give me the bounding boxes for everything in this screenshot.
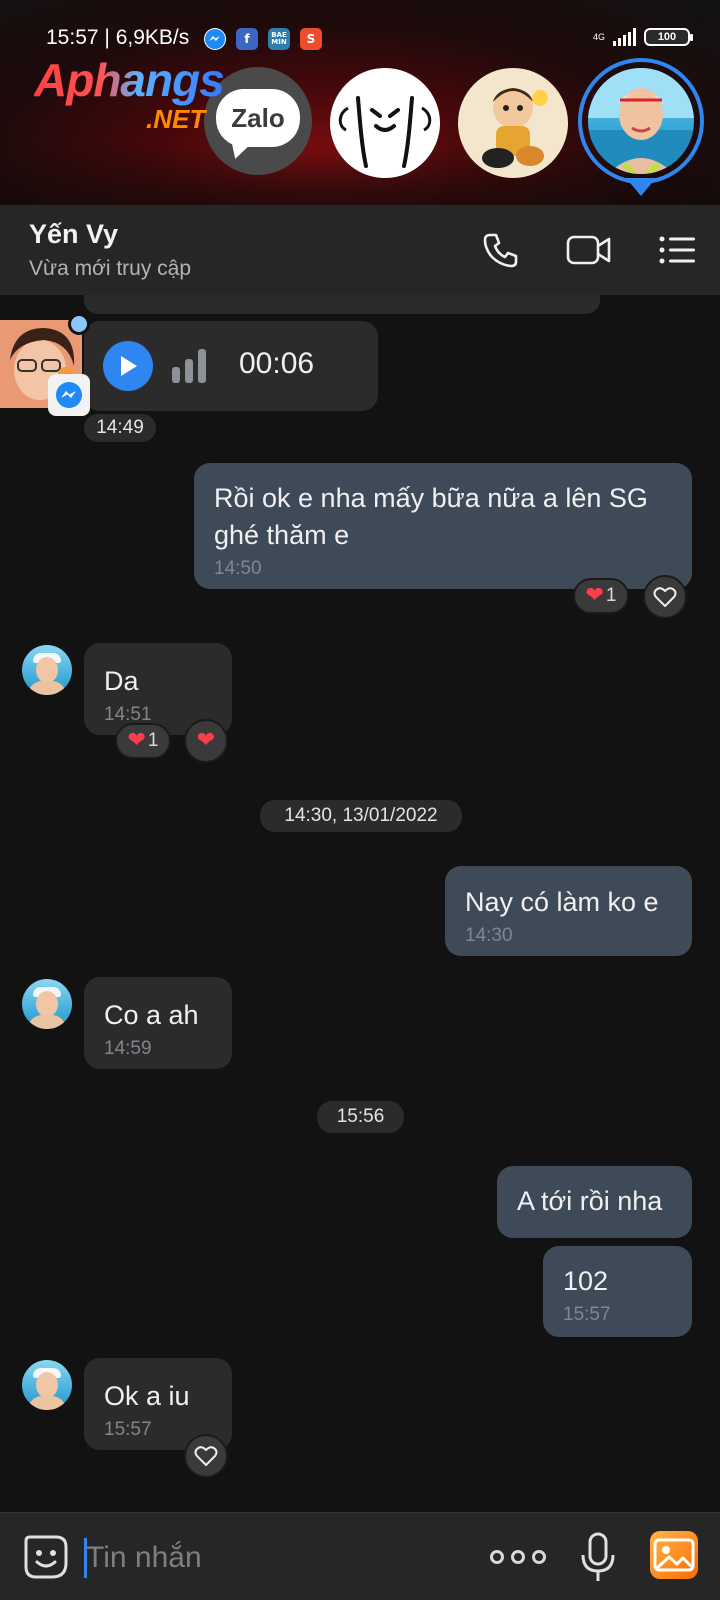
top-banner: 15:57 | 6,9KB/s f BAE MIN S 4G 100 Aphan… xyxy=(0,0,720,205)
incoming-message[interactable]: Co a ah 14:59 xyxy=(84,977,232,1069)
message-text: 102 xyxy=(563,1266,609,1296)
chat-head-doodle[interactable] xyxy=(330,68,440,178)
message-time: 14:30 xyxy=(465,925,513,946)
signal-icon xyxy=(613,28,636,46)
cartoon-avatar-icon xyxy=(482,88,548,168)
dot-icon xyxy=(532,1550,546,1564)
more-options-button[interactable] xyxy=(490,1537,546,1577)
doodle-face-icon xyxy=(338,96,432,168)
message-text: Co a ah xyxy=(104,1000,199,1030)
chat-head-cartoon[interactable] xyxy=(458,68,568,178)
smiley-sticker-icon xyxy=(24,1535,68,1579)
message-timestamp: 14:49 xyxy=(84,414,156,442)
react-button[interactable] xyxy=(184,1434,228,1478)
facebook-icon: f xyxy=(236,28,258,50)
call-button[interactable] xyxy=(476,225,526,275)
sticker-button[interactable] xyxy=(22,1533,70,1581)
list-menu-icon xyxy=(659,236,695,264)
outgoing-message[interactable]: A tới rồi nha xyxy=(497,1166,692,1238)
message-text: Rồi ok e nha mấy bữa nữa a lên SG ghé th… xyxy=(214,483,648,550)
voice-record-button[interactable] xyxy=(578,1531,618,1585)
waveform-icon xyxy=(172,349,206,383)
time-divider: 15:56 xyxy=(317,1101,404,1133)
contact-name[interactable]: Yến Vy xyxy=(29,219,118,250)
messenger-icon xyxy=(56,382,82,408)
baemin-icon: BAE MIN xyxy=(268,28,290,50)
notification-icons: f BAE MIN S xyxy=(204,28,322,50)
watermark-logo: Aphangs .NET xyxy=(34,54,225,134)
logo-text: Aphangs xyxy=(34,54,225,106)
play-button[interactable] xyxy=(103,341,153,391)
online-status-dot xyxy=(68,313,90,335)
message-time: 14:59 xyxy=(104,1038,152,1059)
contact-avatar[interactable] xyxy=(22,645,72,695)
heart-outline-icon xyxy=(194,1446,218,1466)
phone-icon xyxy=(483,233,518,268)
message-text: Nay có làm ko e xyxy=(465,887,659,917)
message-time: 14:50 xyxy=(214,558,262,579)
reaction-count: 1 xyxy=(147,730,159,751)
message-text: Ok a iu xyxy=(104,1381,190,1411)
reaction-count: 1 xyxy=(605,585,617,606)
reaction-summary[interactable]: ❤ 1 xyxy=(573,578,629,614)
status-time: 15:57 | 6,9KB/s xyxy=(46,26,190,49)
outgoing-message[interactable]: 102 15:57 xyxy=(543,1246,692,1337)
reaction-summary[interactable]: ❤ 1 xyxy=(115,723,171,759)
date-divider: 14:30, 13/01/2022 xyxy=(260,800,462,832)
message-text: Da xyxy=(104,666,139,696)
voice-message[interactable]: 00:06 xyxy=(84,321,378,411)
heart-outline-icon xyxy=(653,587,677,607)
image-picker-button[interactable] xyxy=(650,1531,698,1579)
contact-avatar[interactable] xyxy=(22,1360,72,1410)
outgoing-message[interactable]: Nay có làm ko e 14:30 xyxy=(445,866,692,956)
options-menu-button[interactable] xyxy=(652,225,702,275)
voice-duration: 00:06 xyxy=(239,347,315,380)
microphone-icon xyxy=(581,1532,615,1581)
heart-filled-icon: ❤ xyxy=(196,728,216,753)
contact-avatar[interactable] xyxy=(22,979,72,1029)
react-button[interactable]: ❤ xyxy=(184,719,228,763)
play-icon xyxy=(121,356,137,376)
contact-photo xyxy=(588,68,694,174)
outgoing-message[interactable]: Rồi ok e nha mấy bữa nữa a lên SG ghé th… xyxy=(194,463,692,589)
heart-reaction-icon: ❤ xyxy=(127,728,146,753)
shopee-icon: S xyxy=(300,28,322,50)
messenger-icon xyxy=(204,28,226,50)
network-type: 4G xyxy=(592,31,605,42)
video-camera-icon xyxy=(566,235,611,265)
system-indicators: 4G 100 xyxy=(592,28,693,46)
gallery-image-icon xyxy=(653,1538,695,1572)
messenger-overlay-badge[interactable] xyxy=(48,374,90,416)
chat-head-active[interactable] xyxy=(588,68,694,174)
battery-icon: 100 xyxy=(644,28,693,46)
message-time: 15:57 xyxy=(563,1304,611,1325)
logo-suffix: .NET xyxy=(146,104,206,134)
react-button[interactable] xyxy=(643,575,687,619)
battery-level: 100 xyxy=(657,31,677,43)
message-text: A tới rồi nha xyxy=(517,1186,663,1216)
message-composer xyxy=(0,1512,720,1600)
dot-icon xyxy=(511,1550,525,1564)
dot-icon xyxy=(490,1550,504,1564)
status-bar: 15:57 | 6,9KB/s f BAE MIN S 4G 100 xyxy=(0,24,720,56)
active-chat-pointer xyxy=(626,178,656,196)
zalo-logo: Zalo xyxy=(216,89,300,147)
clock: 15:57 xyxy=(46,26,99,49)
heart-reaction-icon: ❤ xyxy=(585,583,604,608)
contact-status: Vừa mới truy cập xyxy=(29,257,192,280)
video-call-button[interactable] xyxy=(564,225,614,275)
message-input[interactable] xyxy=(86,1533,456,1583)
chat-header: Yến Vy Vừa mới truy cập xyxy=(0,205,720,295)
network-speed: 6,9KB/s xyxy=(115,26,190,49)
